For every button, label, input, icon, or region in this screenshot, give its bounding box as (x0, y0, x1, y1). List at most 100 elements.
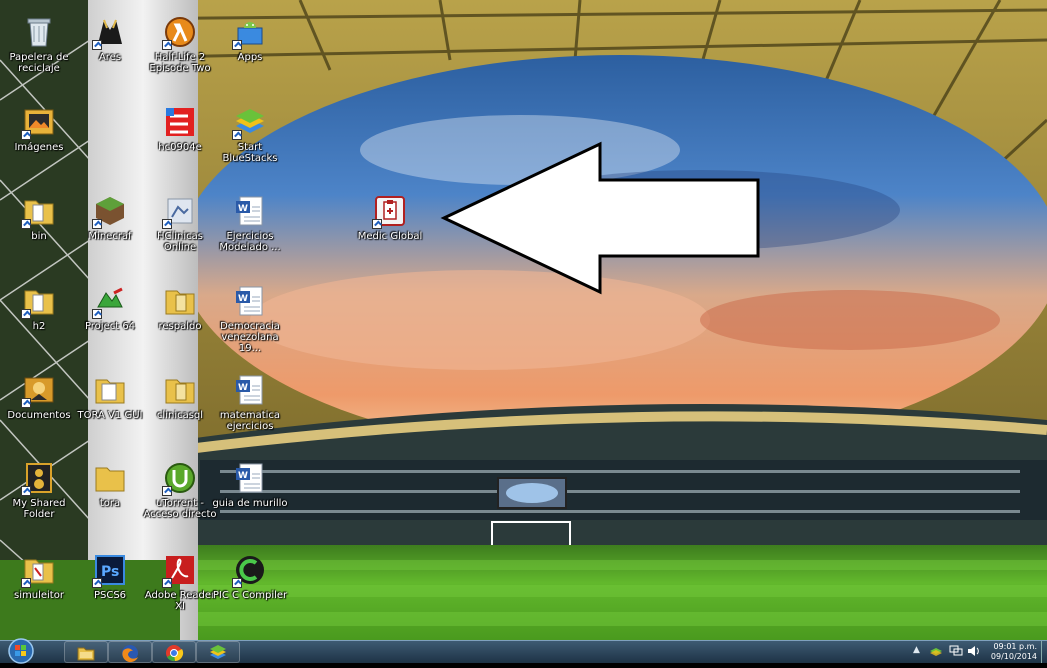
desktop-icon-label: simuleitor (14, 590, 64, 601)
desktop-icon-ares[interactable]: Ares (72, 8, 148, 82)
desktop-icon-my-shared-folder[interactable]: My Shared Folder (1, 454, 77, 528)
desktop-icon-documentos[interactable]: Documentos (1, 366, 77, 440)
desktop-icon-bin[interactable]: bin (1, 187, 77, 261)
volume-icon[interactable] (967, 645, 981, 660)
taskbar-chrome[interactable] (152, 641, 196, 663)
svg-text:W: W (238, 204, 248, 214)
desktop-icon-label: Imágenes (14, 142, 64, 153)
photoshop-icon: Ps (92, 552, 128, 588)
desktop-icon-label: tora (99, 498, 121, 509)
desktop-icon-adobe-reader[interactable]: Adobe Reader XI (142, 546, 218, 620)
shortcut-arrow-icon (232, 40, 242, 50)
bluestacks-apps-icon (232, 14, 268, 50)
folder-icon (92, 372, 128, 408)
desktop-icon-start-bluestacks[interactable]: Start BlueStacks (212, 98, 288, 172)
hc-icon (162, 104, 198, 140)
desktop-icon-label: Minecraf (88, 231, 132, 242)
show-desktop-button[interactable] (1041, 641, 1047, 663)
desktop-icon-clinicasql[interactable]: clinicasql (142, 366, 218, 440)
desktop-icon-label: Half-Life 2 Episode Two (149, 52, 211, 74)
desktop-icon-label: Documentos (7, 410, 71, 421)
shortcut-arrow-icon (92, 219, 102, 229)
desktop-icon-label: bin (31, 231, 47, 242)
svg-text:Ps: Ps (101, 564, 119, 580)
desktop-icon-guia-de-murillo[interactable]: W guia de murillo (212, 454, 288, 528)
folder-icon (21, 283, 57, 319)
shortcut-arrow-icon (21, 130, 31, 140)
desktop-icon-minecraf[interactable]: Minecraf (72, 187, 148, 261)
desktop-icon-hclinicas-online[interactable]: HClinicas Online (142, 187, 218, 261)
desktop-icon-label: Start BlueStacks (222, 142, 278, 164)
desktop: Papelera de reciclaje Imágenes bin h2 Do… (0, 0, 1047, 640)
project64-icon (92, 283, 128, 319)
shortcut-arrow-icon (21, 398, 31, 408)
folder-icon (92, 460, 128, 496)
desktop-icon-tora-v1-gui[interactable]: TORA V1 GUI (72, 366, 148, 440)
word-doc-icon: W (232, 460, 268, 496)
desktop-icon-utorrent[interactable]: uTorrent - Acceso directo (142, 454, 218, 528)
shortcut-arrow-icon (162, 578, 172, 588)
svg-text:W: W (238, 471, 248, 481)
desktop-icon-project-64[interactable]: Project 64 (72, 277, 148, 351)
shared-folder-icon (21, 460, 57, 496)
desktop-icon-label: HClinicas Online (156, 231, 203, 253)
desktop-icon-label: hc0904e (158, 142, 202, 153)
taskbar-firefox[interactable] (108, 641, 152, 663)
desktop-icon-label: uTorrent - Acceso directo (143, 498, 217, 520)
pictures-icon (21, 104, 57, 140)
taskbar-bluestacks[interactable] (196, 641, 240, 663)
desktop-icon-pic-c-compiler[interactable]: PIC C Compiler (212, 546, 288, 620)
half-life-icon (162, 14, 198, 50)
desktop-icon-medic-global[interactable]: Medic Global (352, 187, 428, 261)
desktop-icon-matematica-ejercicios[interactable]: W matematica ejercicios (212, 366, 288, 440)
desktop-icon-label: guia de murillo (212, 498, 288, 509)
documents-icon (21, 372, 57, 408)
folder-icon (21, 193, 57, 229)
desktop-icon-ejercicios-modelado[interactable]: W Ejercicios Modelado ... (212, 187, 288, 261)
desktop-icon-recycle-bin[interactable]: Papelera de reciclaje (1, 8, 77, 82)
desktop-icon-apps[interactable]: Apps (212, 8, 288, 82)
word-doc-icon: W (232, 372, 268, 408)
taskbar-explorer[interactable] (64, 641, 108, 663)
desktop-icon-label: My Shared Folder (12, 498, 66, 520)
firefox-icon (122, 645, 138, 663)
adobe-reader-icon (162, 552, 198, 588)
desktop-icon-tora[interactable]: tora (72, 454, 148, 528)
desktop-icon-respaldo[interactable]: respaldo (142, 277, 218, 351)
shortcut-arrow-icon (92, 309, 102, 319)
desktop-icon-h2[interactable]: h2 (1, 277, 77, 351)
desktop-icon-label: Adobe Reader XI (144, 590, 216, 612)
clock-time: 09:01 p.m. (993, 642, 1037, 651)
shortcut-arrow-icon (92, 578, 102, 588)
shortcut-arrow-icon (21, 486, 31, 496)
desktop-icon-label: respaldo (158, 321, 202, 332)
network-icon[interactable] (949, 645, 963, 660)
clock-date: 09/10/2014 (990, 652, 1037, 661)
chrome-icon (166, 645, 184, 662)
desktop-icon-label: PIC C Compiler (212, 590, 288, 601)
desktop-icon-pscs6[interactable]: Ps PSCS6 (72, 546, 148, 620)
shortcut-arrow-icon (372, 219, 382, 229)
desktop-icon-imagenes[interactable]: Imágenes (1, 98, 77, 172)
shortcut-arrow-icon (162, 219, 172, 229)
desktop-icon-label: h2 (32, 321, 46, 332)
desktop-icon-label: TORA V1 GUI (77, 410, 143, 421)
desktop-icon-label: Papelera de reciclaje (9, 52, 69, 74)
show-hidden-icons-button[interactable]: ▲ (913, 645, 920, 655)
desktop-icon-democracia-venezolana[interactable]: W Democracia venezolana 19... (212, 277, 288, 354)
shortcut-arrow-icon (232, 578, 242, 588)
taskbar: ▲ 09:01 p.m. 09/10/2014 (0, 638, 1047, 664)
annotation-arrow (440, 141, 760, 295)
shortcut-arrow-icon (21, 219, 31, 229)
desktop-icon-label: Project 64 (84, 321, 136, 332)
shortcut-arrow-icon (232, 130, 242, 140)
desktop-icon-simuleitor[interactable]: simuleitor (1, 546, 77, 620)
desktop-icon-hc0904e[interactable]: hc0904e (142, 98, 218, 172)
desktop-icon-label: matematica ejercicios (219, 410, 281, 432)
folder-icon (162, 283, 198, 319)
desktop-icon-half-life-2[interactable]: Half-Life 2 Episode Two (142, 8, 218, 82)
start-button[interactable] (6, 638, 36, 664)
bluestacks-tray-icon[interactable] (929, 645, 943, 660)
clock[interactable]: 09:01 p.m. 09/10/2014 (991, 642, 1037, 662)
ares-icon (92, 14, 128, 50)
